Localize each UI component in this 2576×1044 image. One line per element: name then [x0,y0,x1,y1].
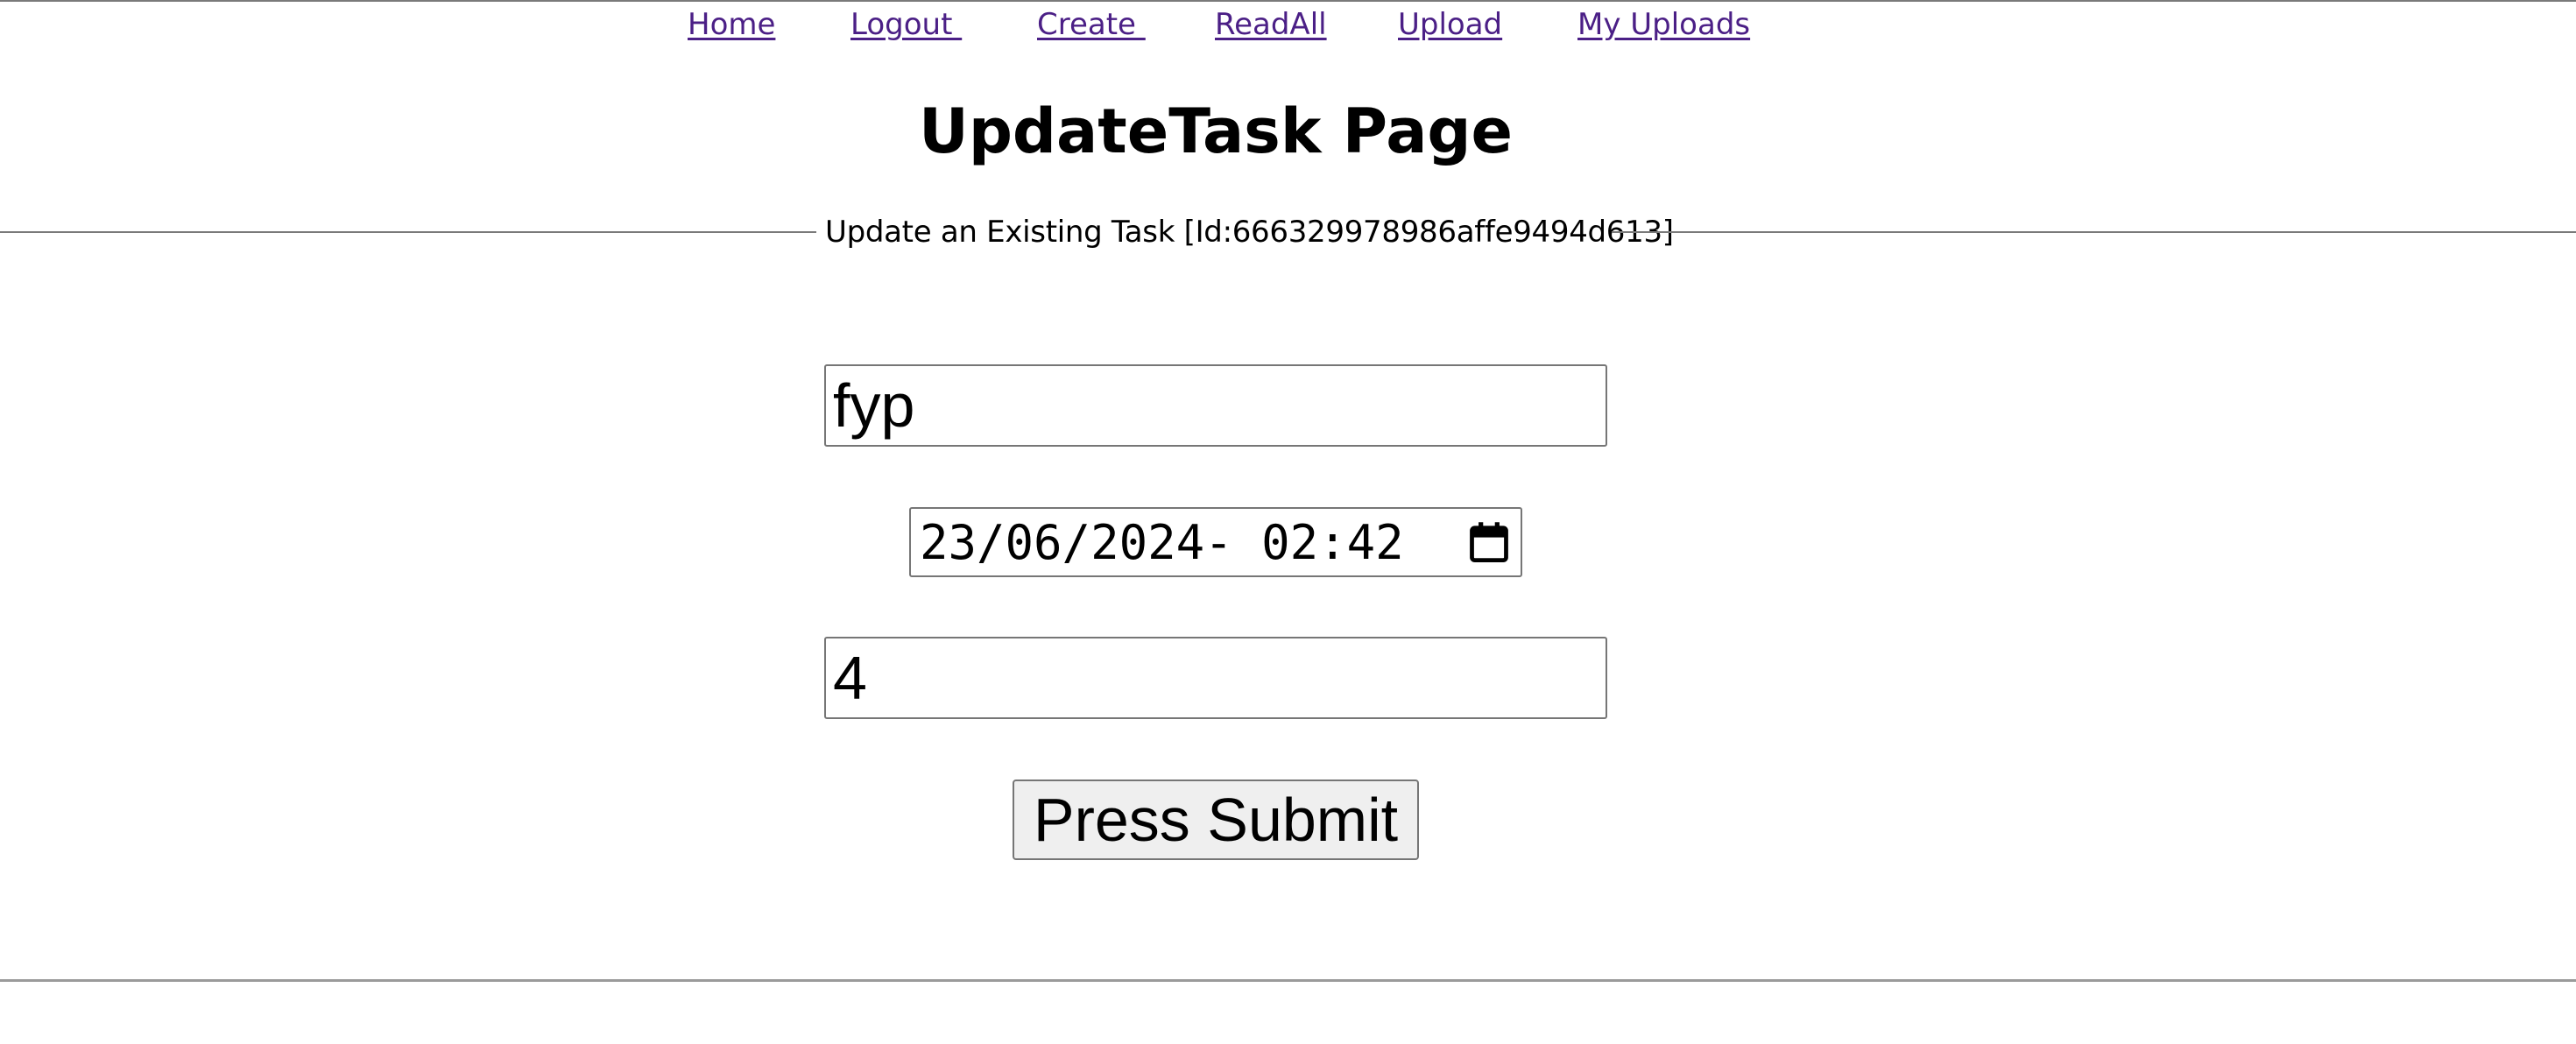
nav-link-home[interactable]: Home [688,5,775,44]
due-datetime-value: 23/06/2024- 02:42 [920,515,1404,570]
fieldset-legend: Update an Existing Task [Id:666329978986… [825,215,1674,250]
calendar-icon[interactable] [1466,519,1512,565]
fieldset-border-right [1612,231,2576,233]
nav-link-logout[interactable]: Logout [850,5,962,44]
duration-input[interactable] [824,637,1607,719]
top-border [0,0,2576,2]
nav-link-create[interactable]: Create [1037,5,1146,44]
nav-link-readall[interactable]: ReadAll [1215,5,1327,44]
bottom-divider [0,979,2576,982]
submit-button[interactable]: Press Submit [1013,779,1419,860]
due-datetime-input[interactable]: 23/06/2024- 02:42 [909,507,1522,577]
fieldset-border-left [0,231,816,233]
nav-link-my-uploads[interactable]: My Uploads [1577,5,1750,44]
nav-link-upload[interactable]: Upload [1398,5,1502,44]
task-name-input[interactable] [824,364,1607,447]
page-title: UpdateTask Page [918,95,1514,167]
